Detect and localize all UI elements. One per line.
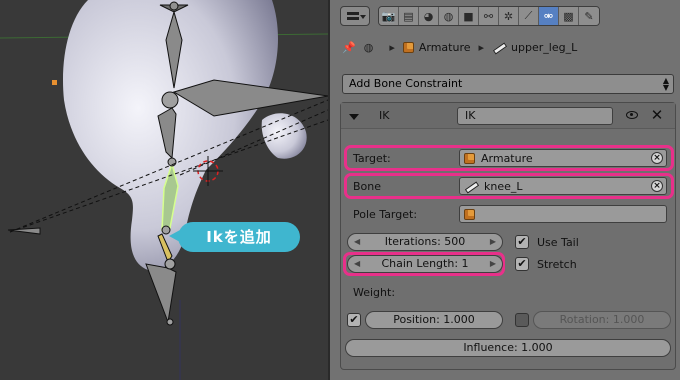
bone-foot — [145, 263, 177, 324]
bone-field[interactable]: knee_L × — [459, 177, 667, 195]
rotation-slider[interactable]: Rotation: 1.000 — [533, 311, 671, 329]
ik-constraint-panel: IK IK ✕ Target: Armature × Bone knee_L ×… — [340, 102, 676, 370]
weight-label: Weight: — [353, 286, 396, 299]
breadcrumb-bone-label: upper_leg_L — [511, 40, 578, 54]
bone-joint — [166, 318, 174, 326]
constraint-name-field[interactable]: IK — [457, 107, 613, 125]
constraint-header: IK IK ✕ — [341, 103, 675, 129]
stretch-checkbox[interactable]: ✔ — [515, 257, 529, 271]
modifiers-icon[interactable]: ✲ — [499, 7, 519, 25]
viewport-scene — [0, 0, 328, 380]
breadcrumb-bone: upper_leg_L — [492, 41, 577, 54]
editor-type-dropdown[interactable] — [340, 6, 370, 26]
iterations-label: Iterations: 500 — [384, 235, 466, 248]
decrement-arrow-icon[interactable]: ◀ — [354, 256, 360, 272]
collapse-arrow-icon[interactable] — [349, 114, 359, 120]
add-bone-constraint-label: Add Bone Constraint — [349, 77, 463, 90]
annotation-callout: Ikを追加 — [169, 222, 300, 252]
chain-length-label: Chain Length: 1 — [381, 257, 469, 270]
properties-tabbar: 📷 ▤ ◕ ◍ ■ ⚯ ✲ ⟋ ⚮ ▩ ✎ — [330, 0, 680, 32]
object-origin — [52, 80, 57, 85]
pole-target-field[interactable] — [459, 205, 667, 223]
texture-icon[interactable]: ✎ — [579, 7, 599, 25]
chain-length-field[interactable]: ◀ Chain Length: 1 ▶ — [347, 255, 503, 273]
increment-arrow-icon[interactable]: ▶ — [490, 256, 496, 272]
bone-icon — [464, 180, 478, 192]
updown-arrows-icon: ▲ ▼ — [662, 76, 669, 92]
bone-value: knee_L — [484, 179, 523, 193]
breadcrumb: 📌 ◍ ▸ Armature ▸ upper_leg_L — [330, 32, 680, 62]
world-icon[interactable]: ◍ — [439, 7, 459, 25]
object-icon[interactable]: ■ — [459, 7, 479, 25]
character-arm-mesh — [261, 113, 307, 159]
render-icon[interactable]: 📷 — [379, 7, 399, 25]
constraint-type-label: IK — [379, 109, 390, 122]
render-layers-icon[interactable]: ▤ — [399, 7, 419, 25]
scene-icon[interactable]: ◕ — [419, 7, 439, 25]
clear-icon[interactable]: × — [651, 152, 663, 164]
context-tabs: 📷 ▤ ◕ ◍ ■ ⚯ ✲ ⟋ ⚮ ▩ ✎ — [378, 6, 600, 26]
eye-icon[interactable] — [626, 111, 638, 119]
influence-slider[interactable]: Influence: 1.000 — [345, 339, 671, 357]
chevron-right-icon: ▸ — [389, 40, 395, 54]
target-label: Target: — [353, 152, 391, 165]
chevron-right-icon: ▸ — [478, 40, 485, 54]
increment-arrow-icon[interactable]: ▶ — [490, 234, 496, 250]
bone-constraints-icon[interactable]: ⚮ — [539, 7, 559, 25]
decrement-arrow-icon[interactable]: ◀ — [354, 234, 360, 250]
close-icon[interactable]: ✕ — [649, 107, 665, 123]
scene-icon: ◍ — [363, 40, 374, 54]
use-tail-checkbox[interactable]: ✔ — [515, 235, 529, 249]
position-checkbox[interactable]: ✔ — [347, 313, 361, 327]
bone-icon[interactable]: ⟋ — [519, 7, 539, 25]
stretch-label: Stretch — [537, 258, 577, 271]
use-tail-label: Use Tail — [537, 236, 579, 249]
properties-panel: 📷 ▤ ◕ ◍ ■ ⚯ ✲ ⟋ ⚮ ▩ ✎ 📌 ◍ ▸ Armature ▸ u… — [328, 0, 680, 380]
iterations-field[interactable]: ◀ Iterations: 500 ▶ — [347, 233, 503, 251]
bone-joint — [164, 258, 176, 270]
pole-target-label: Pole Target: — [353, 208, 418, 221]
constraints-icon[interactable]: ⚯ — [479, 7, 499, 25]
bone-joint — [169, 1, 179, 11]
bone-joint — [161, 91, 179, 109]
material-icon[interactable]: ▩ — [559, 7, 579, 25]
object-icon — [464, 208, 475, 220]
3d-viewport[interactable]: Ikを追加 — [0, 0, 328, 380]
armature-object-icon — [402, 41, 414, 53]
bone-label: Bone — [353, 180, 382, 193]
breadcrumb-object: Armature — [402, 40, 471, 54]
target-field[interactable]: Armature × — [459, 149, 667, 167]
position-slider[interactable]: Position: 1.000 — [365, 311, 503, 329]
target-value: Armature — [481, 151, 533, 165]
armature-object-icon — [464, 152, 475, 164]
clear-icon[interactable]: × — [651, 180, 663, 192]
pin-icon[interactable]: 📌 — [342, 41, 356, 54]
breadcrumb-object-label: Armature — [418, 40, 471, 54]
rotation-checkbox[interactable] — [515, 313, 529, 327]
bone-icon — [492, 41, 506, 53]
add-bone-constraint-dropdown[interactable]: Add Bone Constraint ▲ ▼ — [342, 74, 674, 94]
